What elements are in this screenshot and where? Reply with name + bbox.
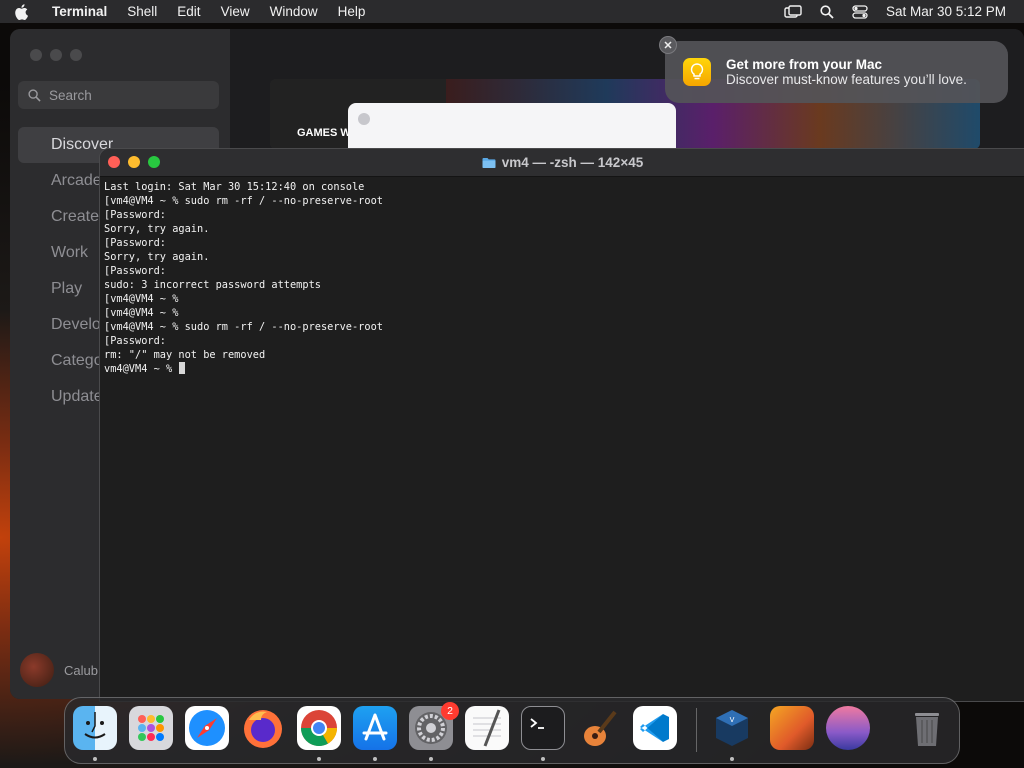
trash-icon[interactable] xyxy=(905,706,949,750)
avatar xyxy=(20,653,54,687)
notification-title: Get more from your Mac xyxy=(726,57,883,72)
menu-view[interactable]: View xyxy=(211,4,260,19)
terminal-line: [Password: xyxy=(104,335,166,347)
terminal-line: [vm4@VM4 ~ % xyxy=(104,293,179,305)
terminal-output[interactable]: Last login: Sat Mar 30 15:12:40 on conso… xyxy=(100,177,1024,376)
app-store-search-field[interactable]: Search xyxy=(18,81,219,109)
terminal-prompt-line[interactable]: vm4@VM4 ~ % xyxy=(104,362,1024,376)
menu-bar: Terminal Shell Edit View Window Help Sat… xyxy=(0,0,1024,23)
apple-menu-icon[interactable] xyxy=(14,3,40,20)
firefox-icon[interactable] xyxy=(241,706,285,750)
folder-icon xyxy=(482,157,496,169)
textedit-icon[interactable] xyxy=(465,706,509,750)
menu-shell[interactable]: Shell xyxy=(117,4,167,19)
terminal-icon[interactable] xyxy=(521,706,565,750)
zoom-window-button[interactable] xyxy=(148,156,160,168)
running-indicator xyxy=(93,757,97,761)
terminal-line: sudo: 3 incorrect password attempts xyxy=(104,279,321,291)
notification-banner[interactable]: Get more from your Mac Discover must-kno… xyxy=(665,41,1008,103)
running-indicator xyxy=(429,757,433,761)
terminal-line: [vm4@VM4 ~ % sudo rm -rf / --no-preserve… xyxy=(104,321,383,333)
menu-window[interactable]: Window xyxy=(260,4,328,19)
search-placeholder: Search xyxy=(49,87,92,103)
terminal-line: Sorry, try again. xyxy=(104,251,210,263)
terminal-line: [Password: xyxy=(104,237,166,249)
menu-edit[interactable]: Edit xyxy=(167,4,210,19)
terminal-line: rm: "/" may not be removed xyxy=(104,349,266,361)
account-button[interactable]: Calub xyxy=(20,653,98,687)
dock: 2 V xyxy=(64,697,960,764)
window-controls-inactive xyxy=(30,49,82,61)
menubar-clock[interactable]: Sat Mar 30 5:12 PM xyxy=(886,4,1006,19)
app-store-icon[interactable] xyxy=(353,706,397,750)
account-name: Calub xyxy=(64,662,98,678)
running-indicator xyxy=(730,757,734,761)
notification-close-button[interactable] xyxy=(659,36,677,54)
terminal-line: Sorry, try again. xyxy=(104,223,210,235)
spotlight-search-icon[interactable] xyxy=(820,4,834,19)
terminal-window: vm4 — -zsh — 142×45 Last login: Sat Mar … xyxy=(99,148,1024,702)
safari-icon[interactable] xyxy=(185,706,229,750)
dock-separator xyxy=(696,708,697,752)
svg-text:V: V xyxy=(730,716,735,724)
terminal-titlebar[interactable]: vm4 — -zsh — 142×45 xyxy=(100,149,1024,177)
menu-help[interactable]: Help xyxy=(328,4,376,19)
running-indicator xyxy=(317,757,321,761)
virtualbox-icon[interactable]: V xyxy=(710,706,754,750)
system-settings-icon[interactable]: 2 xyxy=(409,702,459,750)
featured-label: GAMES W xyxy=(297,127,351,139)
wallpaper-icon[interactable] xyxy=(770,706,814,750)
notification-badge: 2 xyxy=(441,702,459,720)
screen-mirroring-icon[interactable] xyxy=(784,4,802,19)
close-icon xyxy=(664,41,672,49)
window-controls xyxy=(108,156,160,168)
close-window-button[interactable] xyxy=(108,156,120,168)
lightbulb-icon xyxy=(683,58,711,86)
running-indicator xyxy=(541,757,545,761)
search-icon xyxy=(28,88,41,102)
minimize-window-button[interactable] xyxy=(128,156,140,168)
terminal-prompt: vm4@VM4 ~ % xyxy=(104,363,179,375)
terminal-line: [Password: xyxy=(104,265,166,277)
terminal-line: [vm4@VM4 ~ % xyxy=(104,307,179,319)
menu-app-name[interactable]: Terminal xyxy=(42,4,117,19)
terminal-line: Last login: Sat Mar 30 15:12:40 on conso… xyxy=(104,181,365,193)
terminal-line: [Password: xyxy=(104,209,166,221)
terminal-line: [vm4@VM4 ~ % sudo rm -rf / --no-preserve… xyxy=(104,195,383,207)
wallpaper-circle-icon[interactable] xyxy=(826,706,870,750)
running-indicator xyxy=(373,757,377,761)
control-center-icon[interactable] xyxy=(852,4,868,19)
notification-body: Discover must-know features you’ll love. xyxy=(726,72,967,87)
finder-icon[interactable] xyxy=(73,706,117,750)
terminal-title: vm4 — -zsh — 142×45 xyxy=(501,155,644,170)
chrome-icon[interactable] xyxy=(297,706,341,750)
close-icon[interactable] xyxy=(358,113,370,125)
garageband-icon[interactable] xyxy=(577,706,621,750)
launchpad-icon[interactable] xyxy=(129,706,173,750)
vscode-icon[interactable] xyxy=(633,706,677,750)
terminal-cursor xyxy=(179,362,186,374)
